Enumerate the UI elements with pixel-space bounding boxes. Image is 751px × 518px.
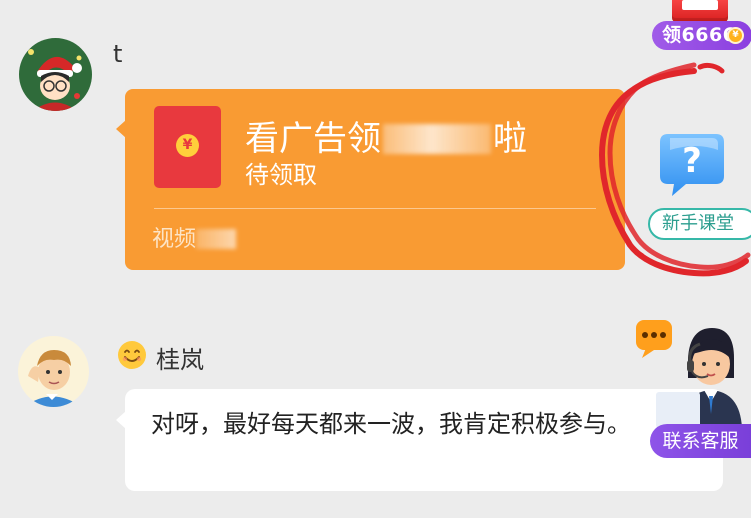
sender-name: 桂岚 bbox=[156, 346, 204, 374]
red-packet-card[interactable]: ¥ 看广告领 啦 待领取 视频 bbox=[116, 89, 625, 270]
packet-footer-label: 视频 bbox=[152, 227, 197, 252]
sender-name: t bbox=[113, 40, 123, 68]
gift-box-icon bbox=[672, 0, 728, 22]
packet-footer: 视频 bbox=[152, 221, 237, 253]
packet-title-suffix: 啦 bbox=[493, 119, 527, 159]
packet-status: 待领取 bbox=[245, 161, 317, 189]
help-course-button[interactable]: 新手课堂 bbox=[648, 208, 751, 240]
svg-text:?: ? bbox=[682, 141, 702, 181]
packet-title: 看广告领 啦 bbox=[245, 111, 527, 160]
reward-badge[interactable]: 领6666 ¥ bbox=[648, 0, 751, 52]
avatar[interactable] bbox=[18, 336, 89, 407]
customer-service-agent-icon[interactable] bbox=[630, 318, 751, 428]
customer-service-button[interactable]: 联系客服 bbox=[650, 424, 751, 458]
avatar[interactable] bbox=[19, 38, 92, 111]
blurred-text bbox=[383, 124, 491, 154]
question-bubble-icon[interactable]: ? bbox=[656, 128, 728, 200]
packet-title-prefix: 看广告领 bbox=[245, 119, 381, 159]
message-text: 对呀，最好每天都来一波，我肯定积极参与。 bbox=[151, 410, 631, 438]
yuan-coin-icon: ¥ bbox=[176, 134, 199, 157]
smiley-emoji-icon bbox=[117, 340, 147, 370]
divider bbox=[154, 208, 596, 209]
red-packet-icon: ¥ bbox=[154, 106, 221, 188]
coin-icon: ¥ bbox=[727, 27, 744, 44]
blurred-text bbox=[196, 229, 237, 249]
